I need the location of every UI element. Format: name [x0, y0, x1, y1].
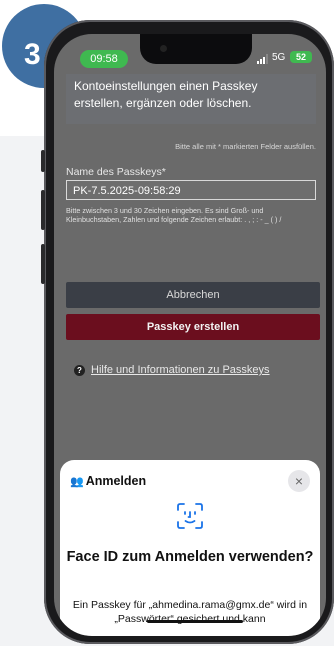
- help-link-label: Hilfe und Informationen zu Passkeys: [91, 364, 270, 377]
- person-key-icon: 👥: [70, 476, 84, 488]
- close-icon[interactable]: ×: [288, 470, 310, 492]
- required-fields-note: Bitte alle mit * markierten Felder ausfü…: [175, 142, 316, 151]
- home-indicator: [147, 620, 243, 623]
- phone-side-button-volume-up: [41, 190, 45, 230]
- network-type: 5G: [272, 52, 286, 63]
- passkey-name-hint: Bitte zwischen 3 und 30 Zeichen eingeben…: [66, 206, 282, 224]
- intro-text-card: Kontoeinstellungen einen Passkey erstell…: [66, 74, 316, 124]
- battery-level: 52: [295, 52, 306, 62]
- face-id-icon: [177, 503, 203, 529]
- cancel-button[interactable]: Abbrechen: [66, 282, 320, 308]
- question-circle-icon: ?: [74, 364, 85, 376]
- create-passkey-button[interactable]: Passkey erstellen: [66, 314, 320, 340]
- help-link[interactable]: ? Hilfe und Informationen zu Passkeys: [74, 364, 270, 376]
- sheet-title-label: Anmelden: [85, 474, 147, 488]
- signal-icon: [257, 54, 268, 64]
- camera-icon: [160, 45, 167, 52]
- phone-side-button-silent: [41, 150, 45, 172]
- status-bar: 09:58 5G 52: [54, 34, 326, 74]
- sheet-title: 👥 Anmelden: [70, 474, 146, 488]
- passkey-name-label: Name des Passkeys*: [66, 166, 166, 178]
- faceid-sheet: 👥 Anmelden × Face ID zum Anmelden verwend…: [60, 460, 320, 636]
- step-number: 3: [24, 38, 41, 71]
- intro-text: Kontoeinstellungen einen Passkey erstell…: [74, 79, 258, 110]
- phone-side-button-volume-down: [41, 244, 45, 284]
- dynamic-island: [140, 34, 252, 64]
- status-time: 09:58: [80, 50, 128, 68]
- faceid-heading: Face ID zum Anmelden verwenden?: [66, 549, 314, 565]
- battery-icon: 52: [290, 51, 312, 63]
- passkey-name-input[interactable]: PK-7.5.2025-09:58:29: [66, 180, 316, 200]
- phone-screen: 09:58 5G 52 Kontoeinstellungen einen Pas…: [54, 34, 326, 636]
